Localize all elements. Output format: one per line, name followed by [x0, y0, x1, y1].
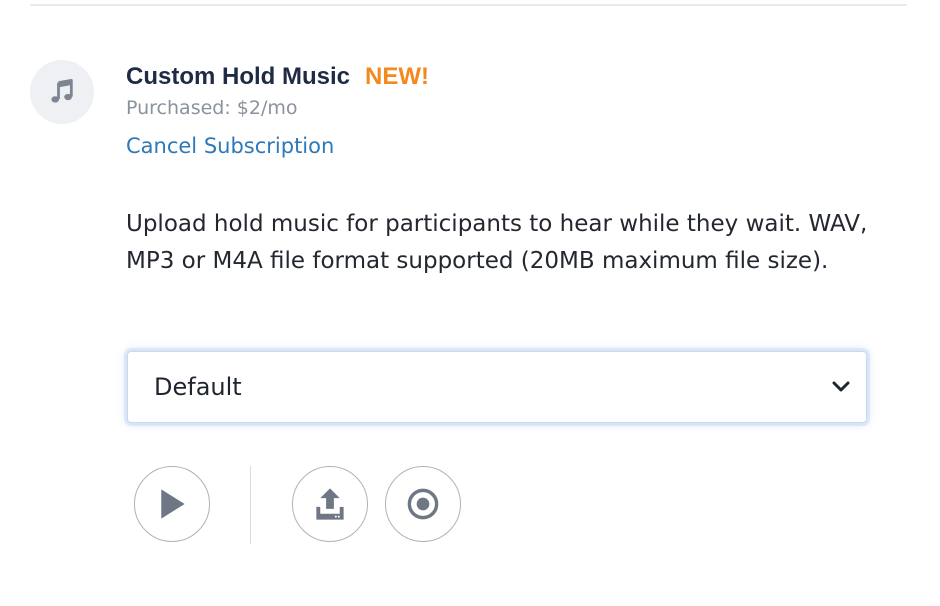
addon-header: Custom Hold Music NEW!: [126, 63, 429, 97]
music-note-icon: [30, 60, 94, 124]
cancel-subscription-link[interactable]: Cancel Subscription: [126, 134, 334, 158]
play-icon: [161, 489, 185, 519]
record-button[interactable]: [385, 466, 461, 542]
play-button[interactable]: [134, 466, 210, 542]
top-divider: [30, 4, 907, 6]
addon-title: Custom Hold Music: [126, 63, 351, 90]
chevron-down-icon: [832, 378, 850, 396]
upload-button[interactable]: [292, 466, 368, 542]
hold-music-select[interactable]: Default: [127, 351, 867, 423]
new-badge: NEW!: [365, 63, 429, 90]
controls-divider: [250, 466, 251, 544]
upload-icon: [316, 488, 344, 520]
record-icon: [407, 488, 439, 520]
addon-description: Upload hold music for participants to he…: [126, 211, 868, 274]
hold-music-selected-value: Default: [154, 373, 242, 401]
purchase-status: Purchased: $2/mo: [126, 97, 298, 119]
